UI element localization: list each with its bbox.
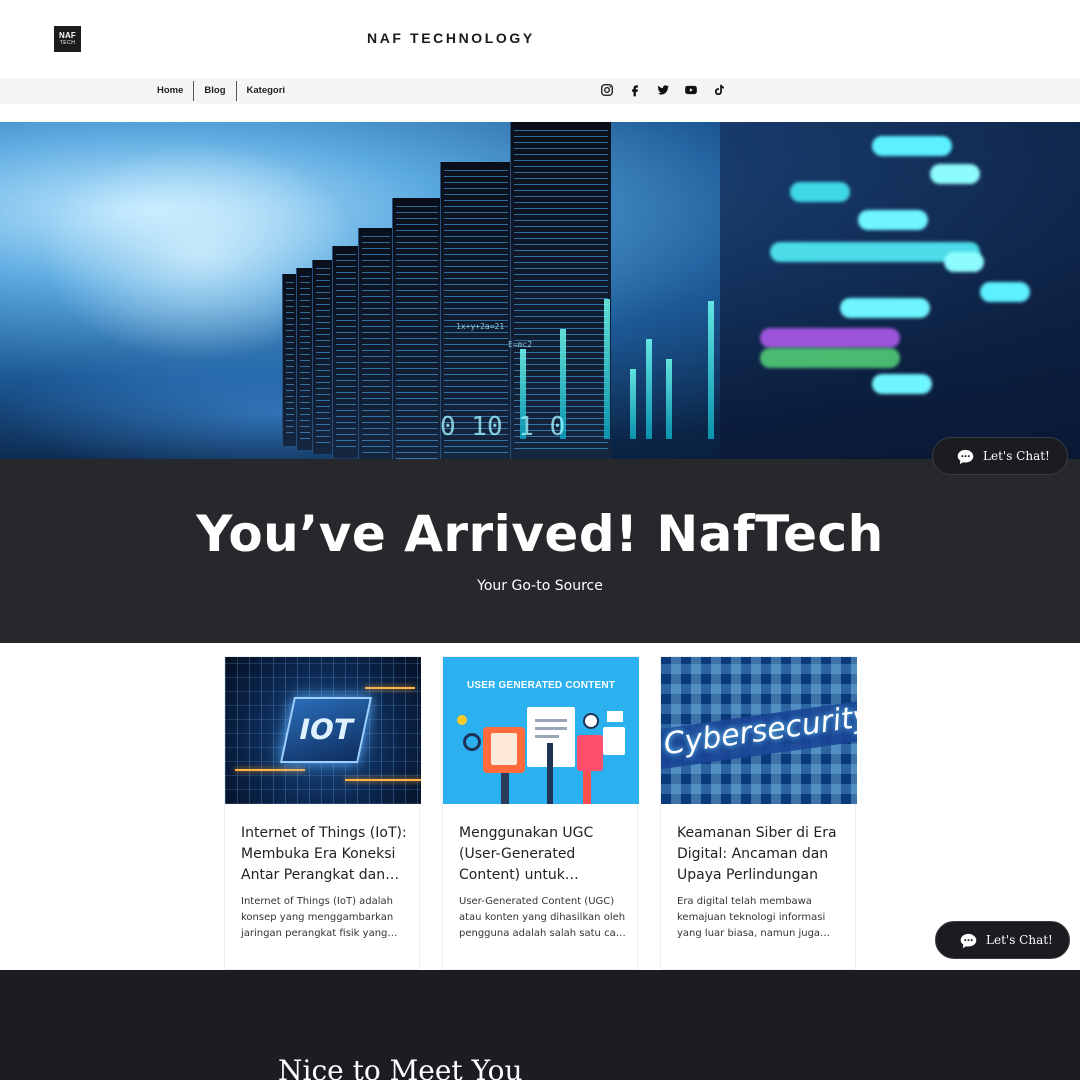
post-title[interactable]: Keamanan Siber di Era Digital: Ancaman d… (677, 823, 847, 886)
hero-light (872, 136, 952, 156)
post-title[interactable]: Internet of Things (IoT): Membuka Era Ko… (241, 823, 411, 886)
post-image-ugc[interactable]: USER GENERATED CONTENT (443, 657, 639, 804)
hero-light (858, 210, 928, 230)
blog-posts: IOT Internet of Things (IoT): Membuka Er… (224, 656, 858, 970)
chat-button-label: Let's Chat! (983, 449, 1050, 463)
hero-formula-text: E=mc2 (508, 340, 533, 349)
site-header: NAF TECH NAF TECHNOLOGY (0, 0, 1080, 78)
chat-button[interactable]: Let's Chat! (935, 921, 1070, 959)
server-rack (332, 246, 359, 458)
banner-title: You’ve Arrived! NafTech (196, 505, 884, 563)
server-rack (282, 274, 297, 446)
welcome-banner: You’ve Arrived! NafTech Your Go-to Sourc… (0, 459, 1080, 643)
post-excerpt: Era digital telah membawa kemajuan tekno… (677, 896, 831, 939)
post-card[interactable]: USER GENERATED CONTENT Menggunakan UGC (… (442, 656, 639, 970)
hero-light (980, 282, 1030, 302)
data-bar (708, 301, 714, 439)
site-title[interactable]: NAF TECHNOLOGY (367, 30, 535, 46)
tiktok-icon[interactable] (712, 83, 726, 97)
chat-bubble-icon (960, 933, 977, 949)
facebook-icon[interactable] (628, 83, 642, 97)
post-image-cyber[interactable]: Cybersecurity (661, 657, 857, 804)
data-bar (646, 339, 652, 439)
data-bar (604, 299, 610, 439)
chat-bubble-icon (957, 449, 974, 465)
hero-light (944, 252, 984, 272)
site-logo[interactable]: NAF TECH (54, 26, 81, 52)
hero-formula-text: 1x+y+2a=21 (456, 322, 505, 331)
youtube-icon[interactable] (684, 83, 698, 97)
nav-item-home[interactable]: Home (147, 81, 193, 101)
nav-item-blog[interactable]: Blog (193, 81, 235, 101)
post-card[interactable]: Cybersecurity Keamanan Siber di Era Digi… (660, 656, 857, 970)
hero-light (930, 164, 980, 184)
chat-button[interactable]: Let's Chat! (932, 437, 1068, 475)
post-excerpt: User-Generated Content (UGC) atau konten… (459, 896, 626, 939)
about-section: Nice to Meet You (0, 970, 1080, 1087)
hero-image: 0 10 1 0 1x+y+2a=21 E=mc2 (0, 122, 1080, 459)
banner-subtitle: Your Go-to Source (477, 578, 603, 594)
server-rack (296, 268, 313, 450)
twitter-icon[interactable] (656, 83, 670, 97)
nav-bar: Home Blog Kategori (0, 78, 1080, 104)
social-links (600, 83, 726, 97)
about-heading: Nice to Meet You (278, 1054, 523, 1087)
hero-light (790, 182, 850, 202)
post-title[interactable]: Menggunakan UGC (User-Generated Content)… (459, 823, 629, 886)
hero-light (840, 298, 930, 318)
post-image-iot[interactable]: IOT (225, 657, 421, 804)
hero-light (760, 328, 900, 348)
data-bar (666, 359, 672, 439)
server-rack (358, 228, 393, 459)
post-card[interactable]: IOT Internet of Things (IoT): Membuka Er… (224, 656, 421, 970)
ugc-image-heading: USER GENERATED CONTENT (466, 680, 616, 691)
server-rack (312, 260, 333, 454)
main-nav: Home Blog Kategori (147, 78, 295, 104)
data-bar (630, 369, 636, 439)
post-excerpt: Internet of Things (IoT) adalah konsep y… (241, 896, 398, 939)
iot-chip: IOT (279, 697, 373, 763)
server-rack (392, 198, 441, 459)
instagram-icon[interactable] (600, 83, 614, 97)
hero-light (872, 374, 932, 394)
hero-binary-text: 0 10 1 0 (440, 412, 566, 442)
hero-light (760, 348, 900, 368)
logo-text-line1: NAF (58, 31, 77, 40)
chat-button-label: Let's Chat! (986, 933, 1053, 947)
logo-text-line2: TECH (59, 40, 76, 46)
nav-item-kategori[interactable]: Kategori (235, 81, 296, 101)
